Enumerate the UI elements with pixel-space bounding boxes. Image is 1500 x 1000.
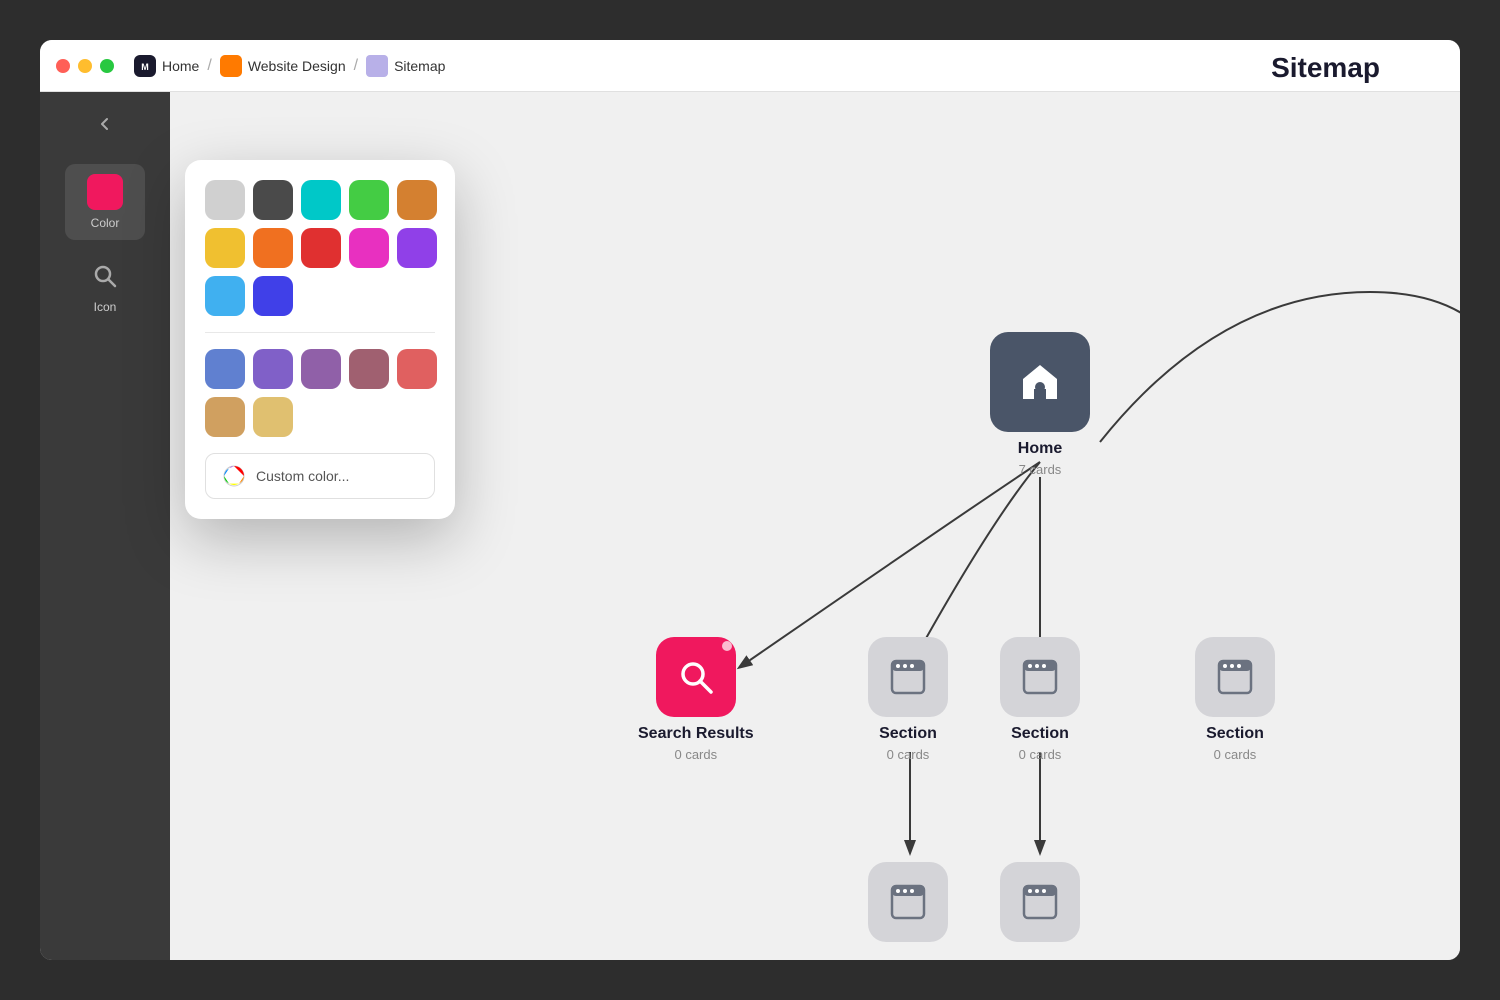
breadcrumb-sep-2: / (354, 57, 358, 75)
home-node-label: Home (1018, 440, 1062, 458)
swatch-red[interactable] (301, 228, 341, 268)
section1-node-label: Section (879, 725, 937, 743)
color-swatches-row3 (205, 276, 435, 316)
sidebar-item-color[interactable]: Color (65, 164, 145, 240)
custom-color-button[interactable]: Custom color... (205, 453, 435, 499)
close-button[interactable] (56, 59, 70, 73)
color-swatches-row2 (205, 228, 435, 268)
swatch-orange[interactable] (253, 228, 293, 268)
sidebar: Color Icon (40, 92, 170, 960)
node-subsection1[interactable] (868, 862, 948, 942)
home-breadcrumb-icon: M (134, 55, 156, 77)
color-swatches-row5 (205, 397, 435, 437)
breadcrumb-sitemap-label: Sitemap (394, 58, 445, 74)
color-wheel-icon (222, 464, 246, 488)
swatch-dark[interactable] (253, 180, 293, 220)
node-section3[interactable]: Section 0 cards (1195, 637, 1275, 762)
color-icon (87, 174, 123, 210)
app-window: M Home / Website Design / (40, 40, 1460, 960)
website-breadcrumb-icon (220, 55, 242, 77)
search-node-icon (656, 637, 736, 717)
swatch-cyan[interactable] (301, 180, 341, 220)
back-button[interactable] (83, 108, 127, 140)
breadcrumb-website-label: Website Design (248, 58, 346, 74)
section3-node-icon (1195, 637, 1275, 717)
section3-node-label: Section (1206, 725, 1264, 743)
sidebar-icon-label: Icon (94, 300, 117, 314)
section2-node-sublabel: 0 cards (1019, 747, 1062, 762)
breadcrumb-sep-1: / (207, 57, 211, 75)
search-node-label: Search Results (638, 725, 754, 743)
color-picker-popup: Custom color... (185, 160, 455, 519)
swatch-green[interactable] (349, 180, 389, 220)
breadcrumb: M Home / Website Design / (134, 55, 445, 77)
section1-node-icon (868, 637, 948, 717)
breadcrumb-sitemap[interactable]: Sitemap (366, 55, 445, 77)
swatch-brown[interactable] (397, 180, 437, 220)
swatch-muted-blue[interactable] (205, 349, 245, 389)
swatch-muted-violet[interactable] (301, 349, 341, 389)
traffic-lights (56, 59, 114, 73)
swatch-lightblue[interactable] (205, 276, 245, 316)
search-node-sublabel: 0 cards (674, 747, 717, 762)
color-grid-main (205, 180, 435, 316)
node-search[interactable]: Search Results 0 cards (638, 637, 754, 762)
breadcrumb-home-label: Home (162, 58, 199, 74)
node-home[interactable]: Home 7 cards (990, 332, 1090, 477)
section3-node-sublabel: 0 cards (1214, 747, 1257, 762)
minimize-button[interactable] (78, 59, 92, 73)
swatch-blue[interactable] (253, 276, 293, 316)
color-swatches-row4 (205, 349, 435, 389)
section2-node-icon (1000, 637, 1080, 717)
color-grid-muted (205, 349, 435, 437)
custom-color-label: Custom color... (256, 468, 349, 484)
main-layout: Color Icon (40, 92, 1460, 960)
subsection1-node-icon (868, 862, 948, 942)
swatch-muted-purple[interactable] (253, 349, 293, 389)
home-node-icon (990, 332, 1090, 432)
maximize-button[interactable] (100, 59, 114, 73)
node-section1[interactable]: Section 0 cards (868, 637, 948, 762)
breadcrumb-home[interactable]: M Home (134, 55, 199, 77)
swatch-tan[interactable] (205, 397, 245, 437)
swatch-muted-rose[interactable] (349, 349, 389, 389)
icon-picker-icon (87, 258, 123, 294)
breadcrumb-website[interactable]: Website Design (220, 55, 346, 77)
subsection2-node-icon (1000, 862, 1080, 942)
swatch-gold[interactable] (253, 397, 293, 437)
node-subsection2[interactable] (1000, 862, 1080, 942)
node-section2[interactable]: Section 0 cards (1000, 637, 1080, 762)
svg-text:M: M (141, 62, 149, 72)
swatch-yellow[interactable] (205, 228, 245, 268)
swatch-purple[interactable] (397, 228, 437, 268)
page-title: Sitemap (1271, 52, 1380, 84)
divider (205, 332, 435, 333)
section2-node-label: Section (1011, 725, 1069, 743)
sitemap-breadcrumb-icon (366, 55, 388, 77)
swatch-pink[interactable] (349, 228, 389, 268)
titlebar: M Home / Website Design / (40, 40, 1460, 92)
swatch-muted-red[interactable] (397, 349, 437, 389)
section1-node-sublabel: 0 cards (887, 747, 930, 762)
sidebar-item-icon[interactable]: Icon (65, 248, 145, 324)
color-swatches-row1 (205, 180, 435, 220)
home-node-sublabel: 7 cards (1019, 462, 1062, 477)
swatch-gray[interactable] (205, 180, 245, 220)
sidebar-color-label: Color (91, 216, 120, 230)
